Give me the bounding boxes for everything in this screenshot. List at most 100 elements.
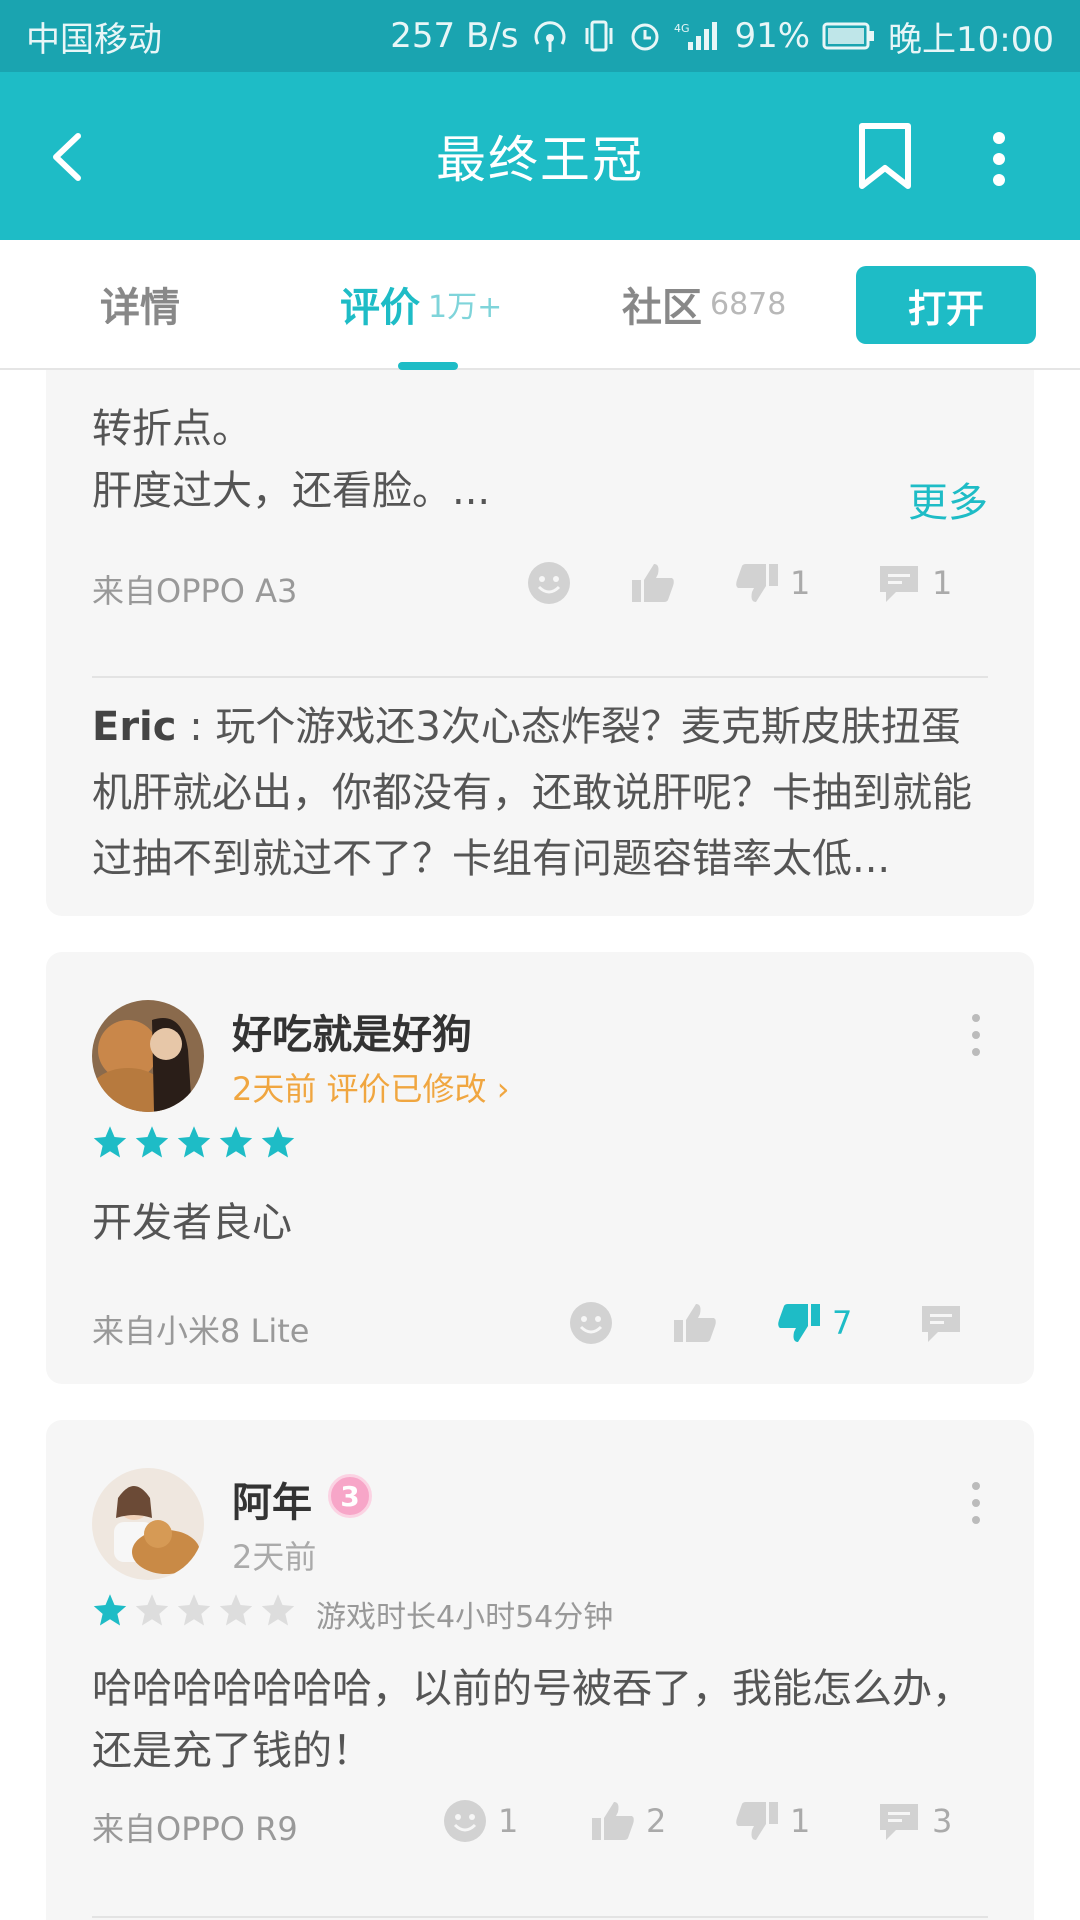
avatar-image [92,1000,204,1112]
emoji-count: 1 [498,1802,519,1840]
comment-icon [880,566,918,602]
like-count: 2 [646,1802,667,1840]
thumbs-down-icon [778,1304,820,1342]
device-label: 来自OPPO A3 [92,572,298,610]
divider [92,1916,988,1918]
review-text: 哈哈哈哈哈哈哈，以前的号被吞了，我能怎么办，还是充了钱的！ [92,1666,972,1774]
dislike-count: 1 [790,1802,811,1840]
avatar[interactable] [92,1468,204,1580]
vibrate-icon [582,18,616,54]
dislike-count: 7 [832,1304,853,1342]
star-icon [177,1126,211,1158]
star-empty-icon [177,1594,211,1626]
device-label: 来自OPPO R9 [92,1810,298,1848]
star-rating [92,1124,296,1160]
avatar-image [92,1468,204,1580]
tab-count: 1万+ [428,290,503,325]
battery-icon [822,21,876,51]
username[interactable]: 阿年 [232,1470,312,1528]
tab-details[interactable]: 详情 [100,240,180,368]
comment-icon [922,1306,960,1342]
thumbs-up-icon [674,1304,716,1342]
more-options-button[interactable] [976,124,1022,194]
hotspot-icon [530,18,570,54]
status-right: 257 B/s 4G 91% 晚上10:00 [390,12,1054,61]
like-button[interactable] [672,1298,718,1348]
like-button[interactable]: 2 [590,1796,666,1846]
tab-community[interactable]: 社区 6878 [622,240,786,368]
dislike-button[interactable]: 1 [734,558,810,608]
playtime-label: 游戏时长4小时54分钟 [316,1600,614,1635]
reply-preview[interactable]: Eric : 玩个游戏还3次心态炸裂？麦克斯皮肤扭蛋机肝就必出，你都没有，还敢说… [92,694,988,892]
dislike-button[interactable]: 7 [776,1298,852,1348]
emoji-reaction-button[interactable] [526,558,572,608]
star-icon [93,1126,127,1158]
device-label: 来自小米8 Lite [92,1312,310,1350]
divider [92,676,988,678]
signal-icon: 4G [674,18,722,54]
level-badge: 3 [328,1474,372,1518]
avatar[interactable] [92,1000,204,1112]
bookmark-button[interactable] [854,120,916,192]
thumbs-up-icon [592,1802,634,1840]
tab-bar: 详情 评价 1万+ 社区 6878 打开 [0,240,1080,370]
smiley-icon [570,1302,612,1344]
emoji-reaction-button[interactable]: 1 [442,1796,518,1846]
battery-percent: 91% [734,16,811,56]
smiley-icon [444,1800,486,1842]
tab-label: 评价 [340,285,420,331]
app-bar: 最终王冠 [0,72,1080,240]
tab-count: 6878 [710,286,787,322]
comment-button[interactable]: 3 [876,1796,952,1846]
thumbs-up-icon [632,564,674,602]
card-more-button[interactable] [966,1010,986,1060]
reply-author: Eric [92,704,177,750]
star-icon [219,1126,253,1158]
dislike-button[interactable]: 1 [734,1796,810,1846]
alarm-icon [628,18,662,54]
tab-indicator [398,362,458,370]
chevron-left-icon [53,133,81,181]
net-speed: 257 B/s [390,16,519,56]
comment-count: 3 [932,1802,953,1840]
username[interactable]: 好吃就是好狗 [232,1002,472,1060]
tab-label: 社区 [622,285,702,331]
review-text-line: 转折点。 [92,406,252,452]
more-vertical-icon [972,1014,980,1056]
carrier-label: 中国移动 [26,19,162,60]
page-title: 最终王冠 [436,131,644,189]
review-list[interactable]: 转折点。 肝度过大，还看脸。... 更多 来自OPPO A3 1 1 Eric … [0,370,1080,1920]
comment-button[interactable] [918,1298,964,1348]
review-card: 阿年 3 2天前 游戏时长4小时54分钟 哈哈哈哈哈哈哈，以前的号被吞了，我能怎… [46,1420,1034,1920]
smiley-icon [528,562,570,604]
star-icon [261,1126,295,1158]
star-empty-icon [219,1594,253,1626]
svg-text:4G: 4G [674,22,690,35]
review-meta[interactable]: 2天前 评价已修改 › [232,1064,510,1110]
review-meta: 2天前 [232,1538,317,1576]
review-card: 好吃就是好狗 2天前 评价已修改 › 开发者良心 来自小米8 Lite 7 [46,952,1034,1384]
reply-text: : 玩个游戏还3次心态炸裂？麦克斯皮肤扭蛋机肝就必出，你都没有，还敢说肝呢？卡抽… [92,704,972,882]
bookmark-icon [859,123,911,189]
thumbs-down-icon [736,564,778,602]
star-empty-icon [135,1594,169,1626]
star-icon [135,1126,169,1158]
card-more-button[interactable] [966,1478,986,1528]
review-card: 转折点。 肝度过大，还看脸。... 更多 来自OPPO A3 1 1 Eric … [46,370,1034,916]
tab-label: 详情 [100,285,180,331]
comment-button[interactable]: 1 [876,558,952,608]
emoji-reaction-button[interactable] [568,1298,614,1348]
comment-count: 1 [932,564,953,602]
clock: 晚上10:00 [888,19,1054,60]
star-empty-icon [261,1594,295,1626]
star-rating [92,1592,296,1628]
tab-reviews[interactable]: 评价 1万+ [340,240,502,368]
thumbs-down-icon [736,1802,778,1840]
open-button[interactable]: 打开 [856,266,1036,344]
dislike-count: 1 [790,564,811,602]
review-text-line: 肝度过大，还看脸。... [92,468,491,514]
back-button[interactable] [40,122,100,192]
more-link[interactable]: 更多 [908,470,988,528]
more-vertical-icon [972,1482,980,1524]
like-button[interactable] [630,558,676,608]
